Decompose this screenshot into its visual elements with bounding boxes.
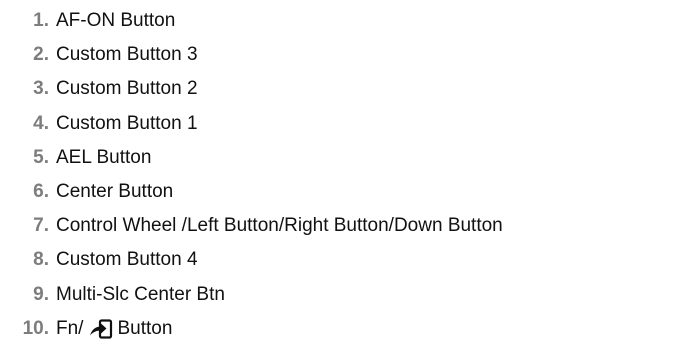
item-label: Fn/ Button (56, 318, 172, 340)
list-item: 10. Fn/ Button (0, 312, 674, 346)
list-item: 8. Custom Button 4 (0, 243, 674, 277)
list-item: 3. Custom Button 2 (0, 72, 674, 106)
item-label: Custom Button 3 (56, 44, 198, 66)
item-number: 9. (33, 283, 49, 305)
item-number: 1. (33, 10, 49, 32)
send-to-smartphone-icon (90, 319, 113, 339)
list-item: 7. Control Wheel /Left Button/Right Butt… (0, 209, 674, 243)
item-number: 10. (22, 317, 49, 339)
item-label: Custom Button 2 (56, 78, 198, 100)
item-number: 6. (33, 181, 49, 203)
item-number: 3. (33, 78, 49, 100)
item-label: Center Button (56, 181, 174, 203)
list-item: 5. AEL Button (0, 141, 674, 175)
item-label: Multi-Slc Center Btn (56, 283, 225, 305)
list-item: 1. AF-ON Button (0, 4, 674, 38)
button-list: 1. AF-ON Button 2. Custom Button 3 3. Cu… (0, 0, 674, 346)
label-suffix: Button (117, 317, 173, 339)
list-item: 6. Center Button (0, 175, 674, 209)
item-label: AEL Button (56, 146, 152, 168)
item-number: 8. (33, 249, 49, 271)
item-number: 5. (33, 146, 49, 168)
list-item: 2. Custom Button 3 (0, 38, 674, 72)
item-number: 2. (33, 44, 49, 66)
list-item: 4. Custom Button 1 (0, 107, 674, 141)
list-item: 9. Multi-Slc Center Btn (0, 278, 674, 312)
item-number: 7. (33, 215, 49, 237)
item-label: Custom Button 4 (56, 249, 198, 271)
item-label: Custom Button 1 (56, 112, 198, 134)
item-label: AF-ON Button (56, 10, 176, 32)
item-label: Control Wheel /Left Button/Right Button/… (56, 215, 503, 237)
item-number: 4. (33, 112, 49, 134)
label-prefix: Fn/ (56, 317, 84, 339)
